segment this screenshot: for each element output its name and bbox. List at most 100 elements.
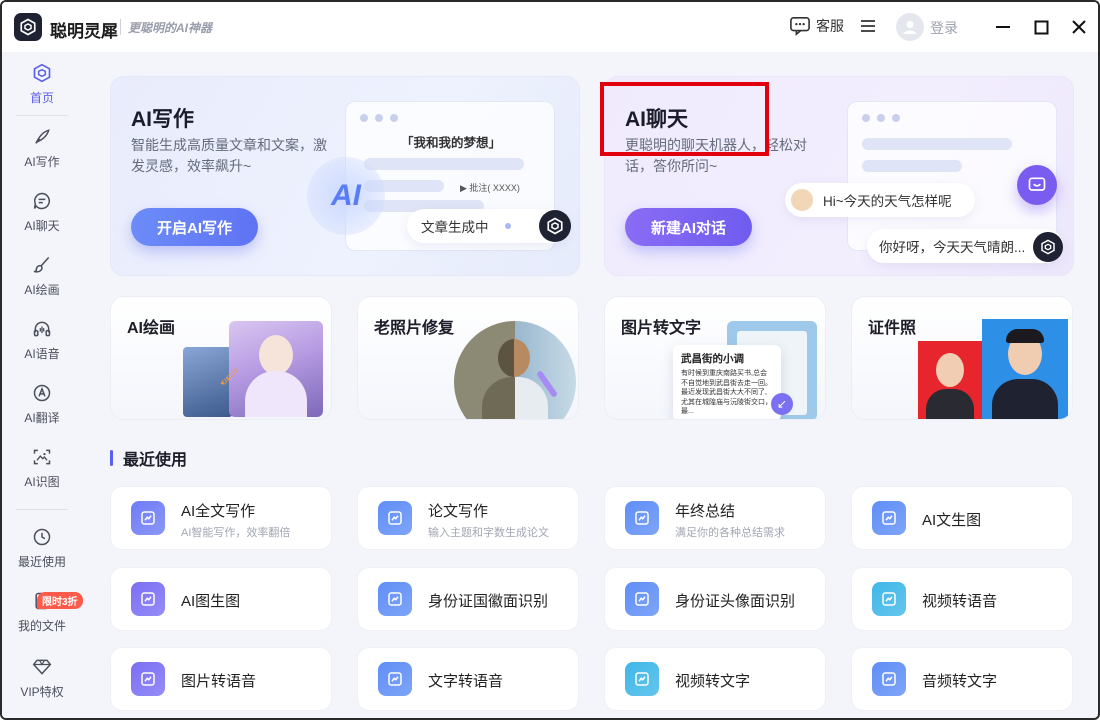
ocr-doc-title: 武昌街的小调 (681, 353, 744, 365)
sidebar-item-ai-painting[interactable]: AI绘画 (2, 254, 82, 298)
tool-card[interactable]: 文字转语音 (357, 647, 579, 711)
tool-card[interactable]: 视频转文字 (604, 647, 826, 711)
brush-icon: 🖌 (219, 369, 240, 386)
maximize-icon (1034, 20, 1048, 34)
mock-annotation: ▶ 批注( XXXX) (460, 183, 520, 193)
tool-card[interactable]: AI图生图 (110, 567, 332, 631)
tool-name: 论文写作 (428, 503, 489, 520)
ai-writing-card[interactable]: AI写作 智能生成高质量文章和文案，激发灵感，效率飙升~ 开启AI写作 「我和我… (110, 76, 580, 276)
user-icon (903, 21, 917, 34)
tool-name: AI文生图 (922, 512, 982, 529)
sidebar-item-home[interactable]: 首页 (2, 62, 82, 106)
bot-reply-text: 你好呀，今天天气晴朗... (879, 240, 1026, 255)
clock-icon (31, 526, 53, 548)
tool-subtitle: 满足你的各种总结需求 (675, 527, 785, 539)
sidebar-item-label: 首页 (29, 91, 54, 105)
sidebar-item-vip[interactable]: VIP特权 (2, 656, 82, 700)
close-button[interactable] (1068, 16, 1090, 38)
arrow-icon: ↙ (771, 393, 793, 415)
feature-card-image-to-text[interactable]: 图片转文字 武昌街的小调 有时候到重庆南路买书,总会不自觉地到武昌街去走一回。最… (604, 296, 826, 420)
sidebar-item-label: VIP特权 (20, 685, 64, 699)
sidebar-item-ai-translate[interactable]: AI翻译 (2, 382, 82, 426)
app-name: 聪明灵犀 (50, 22, 118, 41)
tool-card[interactable]: 论文写作输入主题和字数生成论文 (357, 486, 579, 550)
tool-card[interactable]: AI文生图 (851, 486, 1073, 550)
highlight-box (600, 82, 769, 156)
mock-text-line (862, 160, 962, 172)
mock-doc-title: 「我和我的梦想」 (400, 136, 501, 150)
feature-card-photo-restore[interactable]: 老照片修复 (357, 296, 579, 420)
portrait-artwork (229, 321, 323, 417)
tool-name: AI全文写作 (181, 503, 256, 520)
avatar[interactable] (896, 13, 924, 41)
bot-logo-icon (539, 210, 571, 242)
minimize-button[interactable] (992, 16, 1014, 38)
id-portrait-icon (625, 582, 659, 616)
id-photo-blue (982, 319, 1068, 419)
sidebar-item-recent[interactable]: 最近使用 (2, 526, 82, 570)
ai-mark-icon: AI (307, 157, 385, 235)
chat-bubble-icon (790, 17, 810, 36)
tool-name: 身份证国徽面识别 (428, 593, 549, 610)
tool-name: 音频转文字 (922, 673, 998, 690)
customer-service-button[interactable]: 客服 (789, 16, 844, 36)
ocr-doc-text: 有时候到重庆南路买书,总会不自觉地到武昌街去走一回。最近发现武昌街大大不同了,尤… (681, 370, 772, 415)
sidebar-item-ai-image-recognition[interactable]: AI识图 (2, 446, 82, 490)
section-accent (110, 450, 113, 466)
feature-title: 老照片修复 (374, 320, 455, 337)
sidebar-item-ai-chat[interactable]: AI聊天 (2, 190, 82, 234)
menu-icon[interactable] (859, 17, 877, 35)
tool-card[interactable]: 年终总结满足你的各种总结需求 (604, 486, 826, 550)
window-dots (862, 114, 900, 122)
thesis-icon (378, 501, 412, 535)
generating-status-text: 文章生成中 (421, 220, 489, 235)
vip-discount-badge: 限时3折 (37, 592, 83, 609)
app-slogan: 更聪明的AI神器 (128, 21, 213, 35)
brush-icon (31, 254, 53, 276)
ocr-result-document: 武昌街的小调 有时候到重庆南路买书,总会不自觉地到武昌街去走一回。最近发现武昌街… (673, 345, 781, 419)
feature-card-ai-painting[interactable]: AI绘画 🖌 (110, 296, 332, 420)
restored-photo (454, 321, 576, 419)
tool-card[interactable]: 身份证国徽面识别 (357, 567, 579, 631)
login-link[interactable]: 登录 (930, 18, 958, 38)
diamond-icon (31, 656, 53, 678)
service-label: 客服 (816, 18, 844, 34)
ai-writing-title: AI写作 (131, 108, 194, 131)
sidebar-item-ai-writing[interactable]: AI写作 (2, 126, 82, 170)
year-summary-icon (625, 501, 659, 535)
ai-writing-desc: 智能生成高质量文章和文案，激发灵感，效率飙升~ (131, 137, 327, 174)
tool-name: 图片转语音 (181, 673, 257, 690)
tool-card[interactable]: 身份证头像面识别 (604, 567, 826, 631)
sidebar-divider (16, 115, 68, 116)
ai-write-icon (131, 501, 165, 535)
sidebar-item-label: AI翻译 (24, 411, 60, 425)
start-ai-writing-button[interactable]: 开启AI写作 (131, 208, 259, 246)
tool-card[interactable]: 视频转语音 (851, 567, 1073, 631)
new-ai-chat-button[interactable]: 新建AI对话 (625, 208, 753, 246)
bot-logo-icon (1033, 232, 1063, 262)
audio-to-text-icon (872, 662, 906, 696)
user-avatar (789, 187, 815, 213)
sidebar-item-ai-voice[interactable]: AI语音 (2, 318, 82, 362)
tool-name: 年终总结 (675, 503, 736, 520)
mock-text-line (364, 158, 524, 170)
translate-icon (31, 382, 53, 404)
tool-card[interactable]: 图片转语音 (110, 647, 332, 711)
minimize-icon (996, 26, 1010, 28)
tool-card[interactable]: 音频转文字 (851, 647, 1073, 711)
tool-name: 视频转文字 (675, 673, 751, 690)
tool-name: 视频转语音 (922, 593, 998, 610)
tool-subtitle: 输入主题和字数生成论文 (428, 527, 549, 539)
recent-section-header: 最近使用 (110, 446, 187, 470)
mock-text-line (862, 138, 1012, 150)
image-to-audio-icon (131, 662, 165, 696)
sidebar-divider (16, 509, 68, 510)
tool-subtitle: AI智能写作，效率翻倍 (181, 527, 291, 539)
image-to-image-icon (131, 582, 165, 616)
text-to-audio-icon (378, 662, 412, 696)
sidebar-item-label: AI写作 (24, 155, 60, 169)
title-divider (120, 19, 121, 35)
feature-card-id-photo[interactable]: 证件照 (851, 296, 1073, 420)
tool-card[interactable]: AI全文写作 AI智能写作，效率翻倍 (110, 486, 332, 550)
maximize-button[interactable] (1030, 16, 1052, 38)
